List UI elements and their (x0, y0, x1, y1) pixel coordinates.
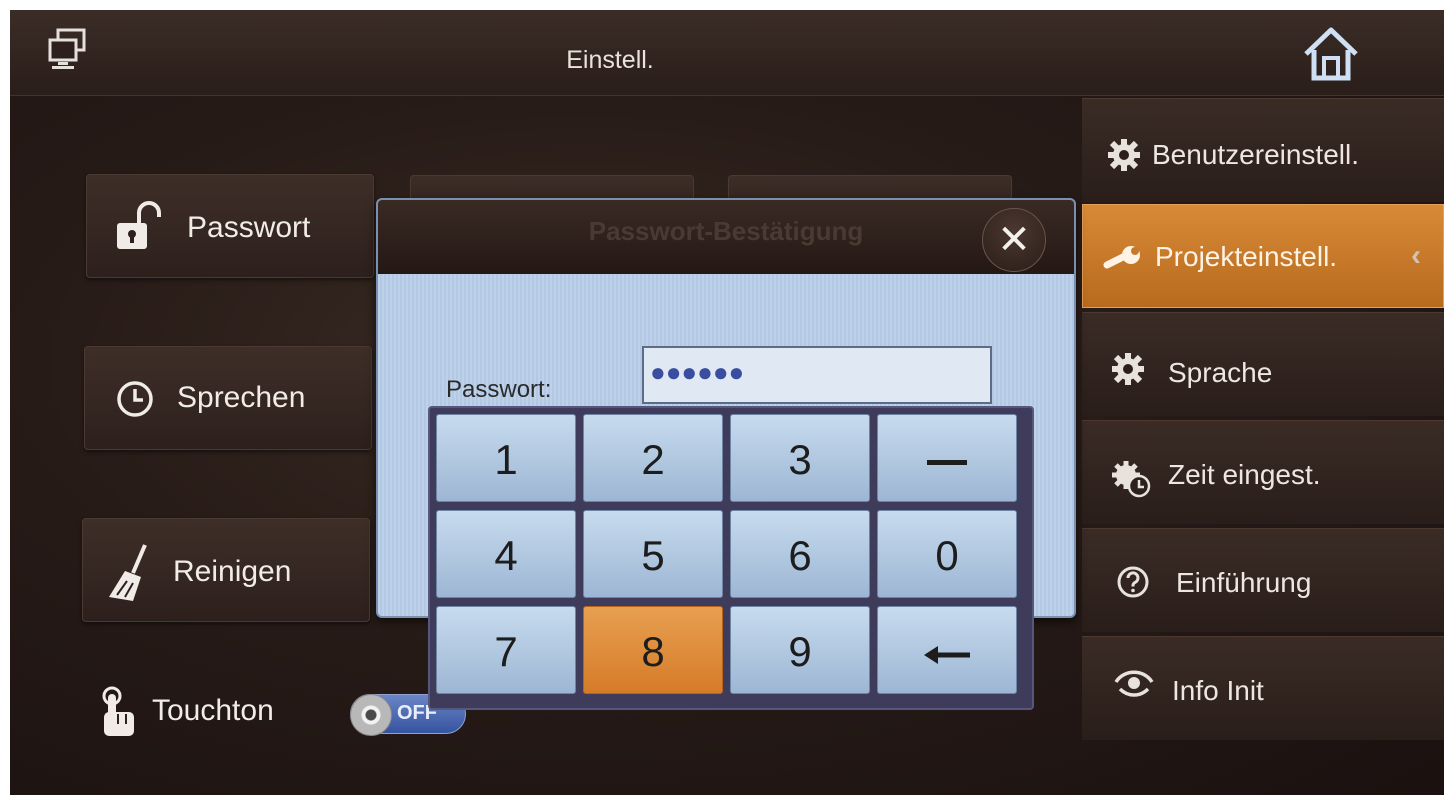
passwort-label: Passwort (187, 211, 311, 244)
key-9[interactable]: 9 (730, 606, 870, 694)
header-bar: Einstell. (10, 10, 1444, 96)
arrow-left-icon (924, 645, 970, 664)
close-icon: ✕ (997, 218, 1031, 262)
toggle-knob (350, 694, 392, 736)
sidebar-item-label: Einführung (1176, 567, 1312, 598)
key-8[interactable]: 8 (583, 606, 723, 694)
wrench-icon (1103, 246, 1140, 269)
home-icon[interactable] (1300, 24, 1362, 84)
gear-icon (1112, 353, 1144, 385)
key-2[interactable]: 2 (583, 414, 723, 502)
reinigen-label: Reinigen (173, 555, 292, 588)
key-0[interactable]: 0 (877, 510, 1017, 598)
sidebar: Benutzereinstell. Projekteinstell. ‹ Spr… (1082, 98, 1444, 740)
sidebar-item-label: Info Init (1172, 675, 1264, 706)
minus-icon (927, 460, 967, 466)
sidebar-item-einfuehrung[interactable]: Einführung (1082, 528, 1444, 632)
sidebar-item-label: Projekteinstell. (1155, 241, 1338, 272)
touchton-label: Touchton (152, 694, 274, 727)
key-backspace[interactable] (877, 606, 1017, 694)
help-icon (1117, 566, 1149, 598)
sprechen-button[interactable]: Sprechen (84, 346, 372, 450)
number-keypad: 1 2 3 4 5 6 0 7 8 9 (428, 406, 1034, 710)
unlock-icon (117, 201, 161, 249)
key-7[interactable]: 7 (436, 606, 576, 694)
key-1[interactable]: 1 (436, 414, 576, 502)
key-4[interactable]: 4 (436, 510, 576, 598)
sidebar-item-sprache[interactable]: Sprache (1082, 312, 1444, 416)
sprechen-label: Sprechen (177, 381, 306, 414)
sidebar-item-label: Sprache (1168, 357, 1273, 388)
sidebar-item-projekteinstell[interactable]: Projekteinstell. ‹ (1082, 204, 1444, 308)
key-minus[interactable] (877, 414, 1017, 502)
broom-icon (109, 544, 147, 601)
clock-icon (117, 381, 153, 417)
key-3[interactable]: 3 (730, 414, 870, 502)
passwort-button[interactable]: Passwort (86, 174, 374, 278)
sidebar-item-zeit-eingest[interactable]: Zeit eingest. (1082, 420, 1444, 524)
close-button[interactable]: ✕ (982, 208, 1046, 272)
sidebar-item-label: Zeit eingest. (1168, 459, 1321, 490)
settings-screen: Einstell. Passwort Sprechen Reinigen Tou… (10, 10, 1444, 795)
sidebar-item-label: Benutzereinstell. (1152, 139, 1360, 170)
sidebar-item-info-init[interactable]: Info Init (1082, 636, 1444, 740)
page-title: Einstell. (566, 46, 654, 74)
key-5[interactable]: 5 (583, 510, 723, 598)
dialog-header: Passwort-Bestätigung ✕ (378, 200, 1074, 274)
password-label: Passwort: (446, 376, 552, 403)
hand-touch-icon (102, 686, 134, 736)
chevron-left-icon: ‹ (1411, 239, 1421, 272)
reinigen-button[interactable]: Reinigen (82, 518, 370, 622)
dialog-title: Passwort-Bestätigung (588, 216, 864, 246)
gear-clock-icon (1112, 461, 1151, 498)
password-input[interactable]: ●●●●●● (642, 346, 992, 404)
eye-icon (1114, 670, 1154, 697)
gear-icon (1108, 139, 1140, 171)
key-6[interactable]: 6 (730, 510, 870, 598)
sidebar-item-benutzereinstell[interactable]: Benutzereinstell. (1082, 98, 1444, 202)
